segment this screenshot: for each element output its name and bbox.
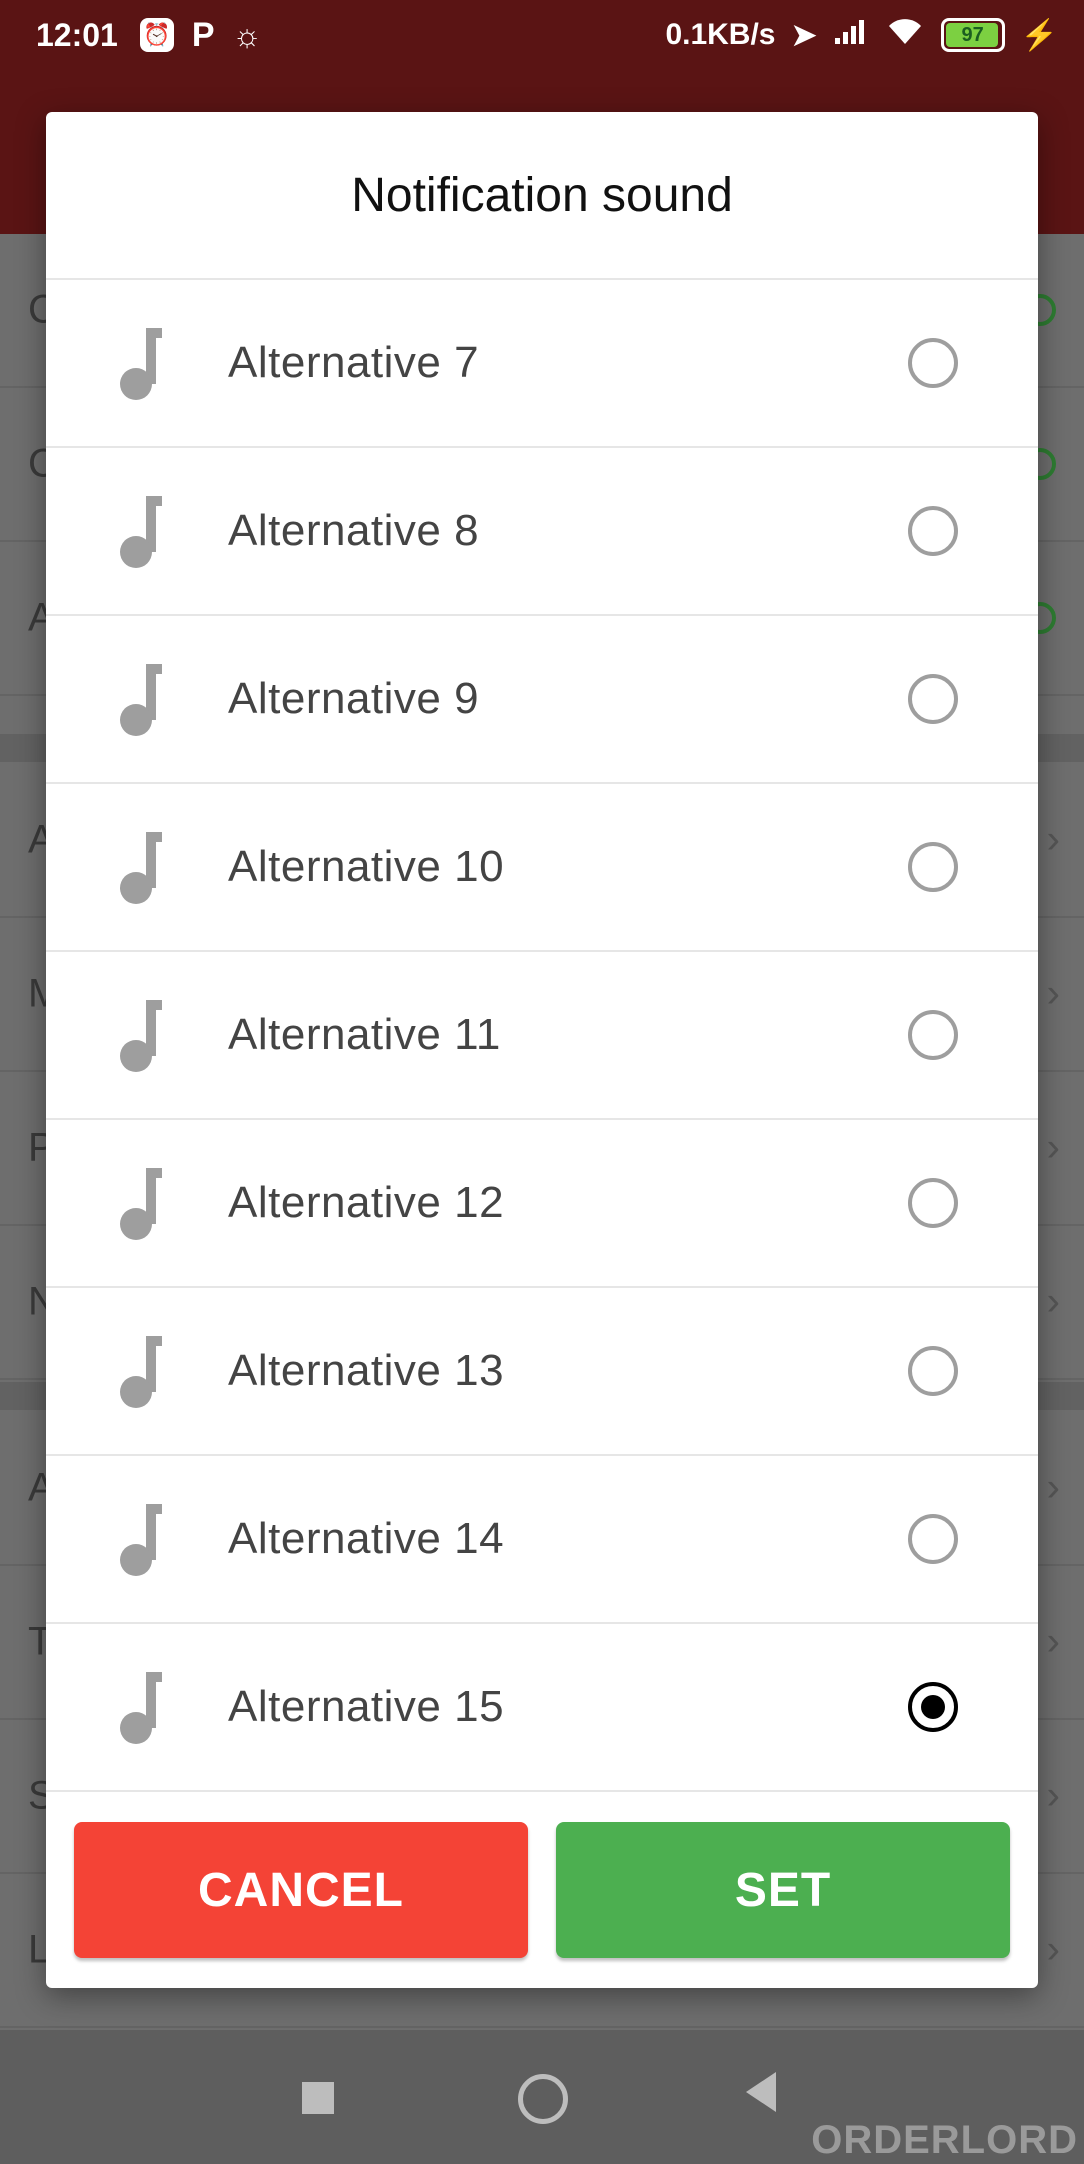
cancel-button[interactable]: CANCEL [74, 1822, 528, 1958]
music-note-icon [120, 1336, 162, 1408]
location-icon: ➤ [791, 18, 817, 52]
sound-option-label: Alternative 9 [228, 674, 480, 723]
chevron-right-icon: › [1046, 1773, 1060, 1818]
watermark: ORDERLORD [811, 2118, 1078, 2162]
app-notification-icon: ⏰ [139, 18, 174, 52]
sound-option-row[interactable]: Alternative 13 [46, 1288, 1038, 1456]
music-note-icon [120, 1672, 162, 1744]
sound-option-row[interactable]: Alternative 8 [46, 448, 1038, 616]
home-button[interactable] [518, 2074, 568, 2124]
chevron-right-icon: › [1046, 1465, 1060, 1510]
sound-option-label: Alternative 7 [228, 338, 480, 387]
radio-button-icon[interactable] [908, 1178, 958, 1228]
chevron-right-icon: › [1046, 971, 1060, 1016]
signal-icon [833, 16, 869, 54]
chevron-right-icon: › [1046, 1279, 1060, 1324]
dialog-title: Notification sound [46, 112, 1038, 280]
wifi-icon [885, 16, 925, 54]
music-note-icon [120, 496, 162, 568]
network-speed: 0.1KB/s [665, 18, 776, 51]
music-note-icon [120, 1000, 162, 1072]
sound-option-row[interactable]: Alternative 7 [46, 280, 1038, 448]
radio-button-icon[interactable] [908, 1346, 958, 1396]
sound-option-row[interactable]: Alternative 10 [46, 784, 1038, 952]
sound-option-row[interactable]: Alternative 12 [46, 1120, 1038, 1288]
radio-button-icon[interactable] [908, 1514, 958, 1564]
sound-option-label: Alternative 13 [228, 1346, 505, 1395]
set-button[interactable]: SET [556, 1822, 1010, 1958]
radio-button-icon[interactable] [908, 338, 958, 388]
chevron-right-icon: › [1046, 1619, 1060, 1664]
recents-button[interactable] [302, 2082, 334, 2114]
radio-button-icon[interactable] [908, 1010, 958, 1060]
sound-option-label: Alternative 14 [228, 1514, 505, 1563]
music-note-icon [120, 1504, 162, 1576]
radio-button-icon[interactable] [908, 842, 958, 892]
sound-options-list: Alternative 7 Alternative 8 Alternative 9 A… [46, 280, 1038, 1792]
dialog-buttons: CANCEL SET [46, 1822, 1038, 1962]
radio-button-icon[interactable] [908, 674, 958, 724]
status-bar: 12:01 ⏰ P ☼ 0.1KB/s ➤ 97 ⚡ [0, 0, 1084, 70]
chevron-right-icon: › [1046, 817, 1060, 862]
p-notification-icon: P [191, 15, 215, 54]
chevron-right-icon: › [1046, 1927, 1060, 1972]
charging-icon: ⚡ [1020, 18, 1058, 52]
sound-option-row[interactable]: Alternative 14 [46, 1456, 1038, 1624]
status-time: 12:01 [36, 16, 118, 53]
sound-option-label: Alternative 15 [228, 1682, 505, 1731]
sound-option-row[interactable]: Alternative 15 [46, 1624, 1038, 1792]
notification-sound-dialog: Notification sound Alternative 7 Alternat… [46, 112, 1038, 1988]
sound-option-row[interactable]: Alternative 11 [46, 952, 1038, 1120]
sound-option-label: Alternative 12 [228, 1178, 505, 1227]
sound-option-row[interactable]: Alternative 9 [46, 616, 1038, 784]
back-button[interactable] [746, 2072, 776, 2112]
sound-option-label: Alternative 10 [228, 842, 505, 891]
music-note-icon [120, 664, 162, 736]
radio-button-icon[interactable] [908, 1682, 958, 1732]
radio-button-icon[interactable] [908, 506, 958, 556]
music-note-icon [120, 328, 162, 400]
sound-option-label: Alternative 11 [228, 1010, 501, 1059]
music-note-icon [120, 832, 162, 904]
battery-icon: 97 [940, 18, 1005, 52]
bug-notification-icon: ☼ [232, 16, 262, 53]
music-note-icon [120, 1168, 162, 1240]
chevron-right-icon: › [1046, 1125, 1060, 1170]
sound-option-label: Alternative 8 [228, 506, 480, 555]
